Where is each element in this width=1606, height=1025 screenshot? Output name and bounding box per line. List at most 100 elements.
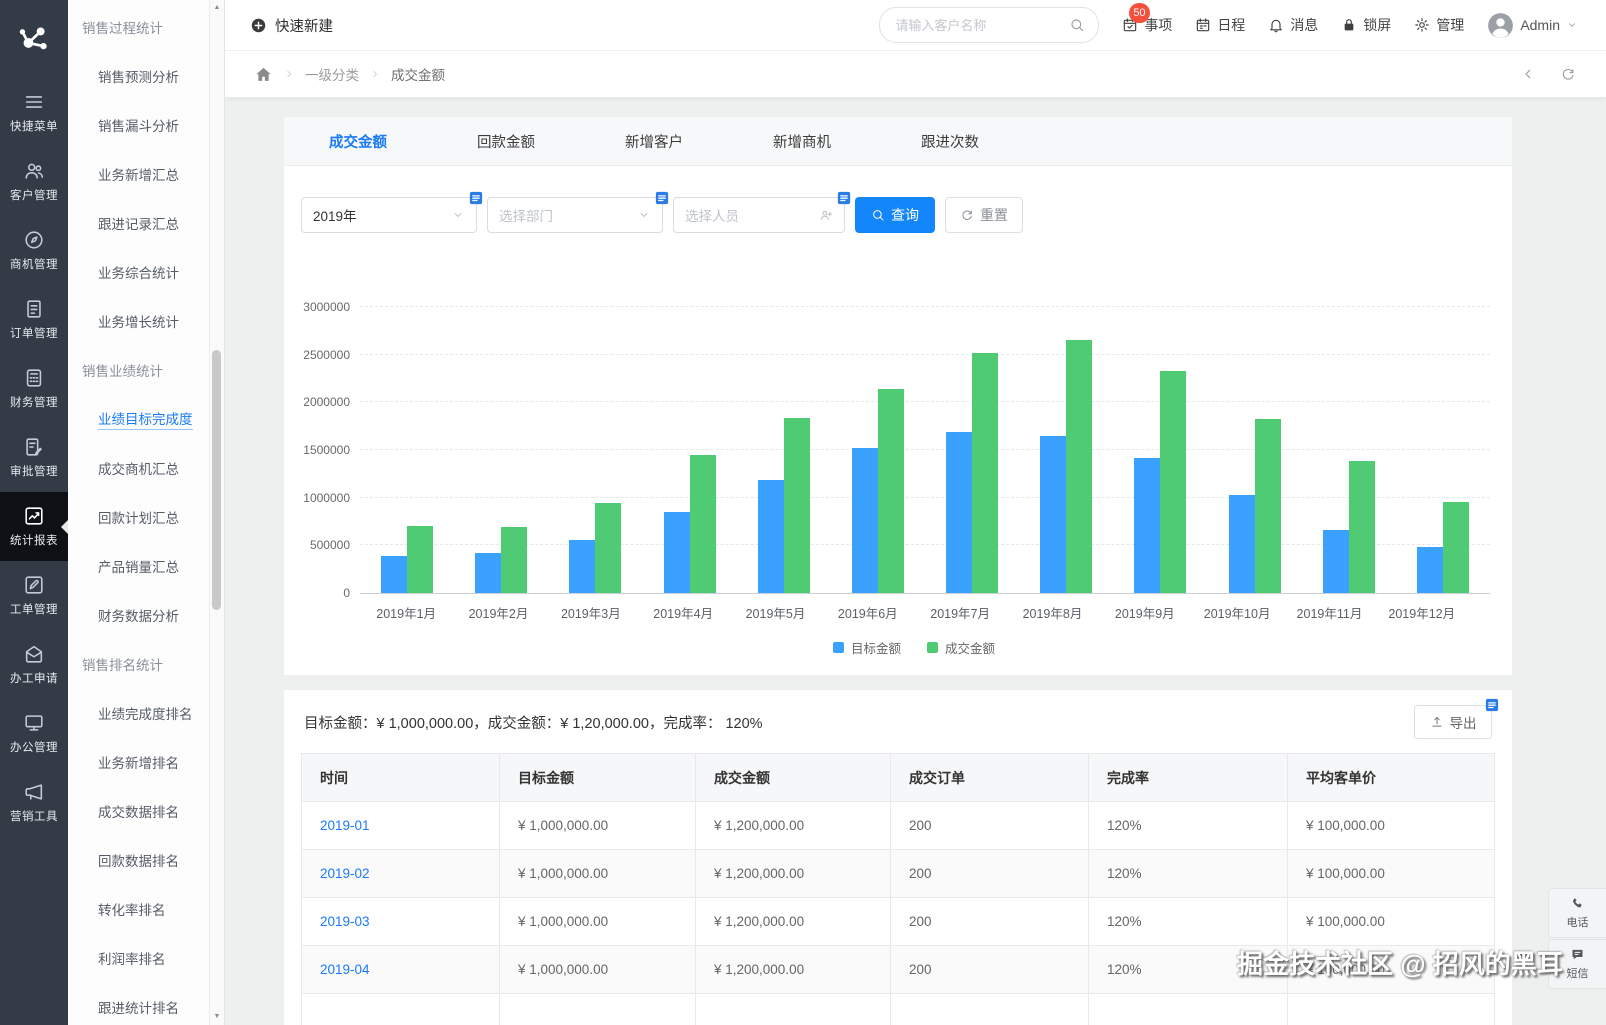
sidebar-item-reports[interactable]: 统计报表 xyxy=(0,492,68,561)
bar-group-1 xyxy=(360,307,454,593)
page-content: 成交金额回款金额新增客户新增商机跟进次数 2019年 选择部门 选择人员 xyxy=(225,98,1606,1025)
person-select[interactable]: 选择人员 xyxy=(673,191,851,233)
column-header-2: 成交金额 xyxy=(695,753,891,802)
scroll-up-icon[interactable]: ▲ xyxy=(210,1,224,15)
topbar-item-settings[interactable]: 管理 xyxy=(1414,15,1464,35)
search-button[interactable]: 查询 xyxy=(855,197,935,233)
extension-badge-icon[interactable] xyxy=(655,191,669,205)
refresh-icon[interactable] xyxy=(1560,66,1576,82)
row-date-link[interactable]: 2019-04 xyxy=(320,962,370,977)
topbar-item-label: 日程 xyxy=(1217,17,1246,33)
tab-2[interactable]: 新增客户 xyxy=(580,131,728,152)
tab-4[interactable]: 跟进次数 xyxy=(876,131,1024,152)
phone-button[interactable]: 电话 xyxy=(1548,888,1606,938)
table-cell: 2019-01 xyxy=(301,801,500,850)
table-row: 2019-04 ¥ 1,000,000.00 ¥ 1,200,000.00 200 12… xyxy=(301,945,1495,994)
tab-0[interactable]: 成交金额 xyxy=(284,131,432,152)
submenu-item-2-5[interactable]: 利润率排名 xyxy=(68,933,210,982)
home-icon[interactable] xyxy=(254,65,273,84)
table-cell-value: 200 xyxy=(909,866,932,881)
submenu-item-label: 销售预测分析 xyxy=(98,69,179,85)
extension-badge-icon[interactable] xyxy=(837,191,851,205)
topbar-item-schedule[interactable]: 日程 xyxy=(1195,15,1245,35)
person-add-icon xyxy=(819,208,833,222)
sidebar-item-orders[interactable]: 订单管理 xyxy=(0,285,68,354)
calculator-icon xyxy=(23,367,45,389)
submenu-item-2-6[interactable]: 跟进统计排名 xyxy=(68,982,210,1025)
bar-group-9 xyxy=(1113,307,1207,593)
year-select[interactable]: 2019年 xyxy=(301,191,483,233)
submenu-item-0-5[interactable]: 业务增长统计 xyxy=(68,296,210,345)
submenu-scrollbar[interactable]: ▲ ▼ xyxy=(209,0,224,1025)
sidebar-item-work-requests[interactable]: 办工申请 xyxy=(0,630,68,699)
topbar-item-messages[interactable]: 消息 xyxy=(1268,15,1318,35)
chevron-left-icon[interactable] xyxy=(1520,66,1536,82)
submenu-item-1-0[interactable]: 业绩目标完成度 xyxy=(68,394,210,443)
sidebar-item-label: 统计报表 xyxy=(10,535,58,547)
submenu-item-1-3[interactable]: 产品销量汇总 xyxy=(68,541,210,590)
monitor-icon xyxy=(23,712,45,734)
table-cell: ¥ 100,000.00 xyxy=(1287,945,1495,994)
export-button-label: 导出 xyxy=(1449,716,1477,731)
sidebar-item-label: 工单管理 xyxy=(10,604,58,616)
sidebar-item-finance[interactable]: 财务管理 xyxy=(0,354,68,423)
sidebar-item-quick-menu[interactable]: 快捷菜单 xyxy=(0,78,68,147)
filter-row: 2019年 选择部门 选择人员 查询 重置 xyxy=(284,166,1512,233)
chevron-down-icon xyxy=(451,208,465,222)
row-date-link[interactable]: 2019-03 xyxy=(320,914,370,929)
submenu-item-label: 产品销量汇总 xyxy=(98,559,179,575)
scroll-down-icon[interactable]: ▼ xyxy=(210,1010,224,1024)
breadcrumb: 一级分类 成交金额 xyxy=(273,64,445,84)
chart-x-axis: 2019年1月 2019年2月 2019年3月 2019年4月 2019年5月 2019年… xyxy=(360,603,1468,622)
sidebar-item-work-orders[interactable]: 工单管理 xyxy=(0,561,68,630)
sidebar-item-opportunities[interactable]: 商机管理 xyxy=(0,216,68,285)
extension-badge-icon[interactable] xyxy=(1485,698,1499,712)
submenu-item-2-0[interactable]: 业绩完成度排名 xyxy=(68,688,210,737)
chevron-right-icon xyxy=(369,68,381,80)
topbar-right: 事项50 日程 消息 锁屏 管理 Admin xyxy=(879,3,1578,43)
topbar-item-lock-screen[interactable]: 锁屏 xyxy=(1341,15,1391,35)
sidebar-item-office[interactable]: 办公管理 xyxy=(0,699,68,768)
tab-1[interactable]: 回款金额 xyxy=(432,131,580,152)
submenu-item-1-4[interactable]: 财务数据分析 xyxy=(68,590,210,639)
submenu-item-2-1[interactable]: 业务新增排名 xyxy=(68,737,210,786)
submenu-item-2-4[interactable]: 转化率排名 xyxy=(68,884,210,933)
reset-button[interactable]: 重置 xyxy=(945,197,1023,233)
scrollbar-thumb[interactable] xyxy=(212,350,221,610)
submenu-item-label: 回款计划汇总 xyxy=(98,510,179,526)
molecule-logo-icon xyxy=(15,20,53,58)
breadcrumb-item-0[interactable]: 一级分类 xyxy=(305,64,359,84)
submenu-item-2-3[interactable]: 回款数据排名 xyxy=(68,835,210,884)
submenu-item-1-1[interactable]: 成交商机汇总 xyxy=(68,443,210,492)
search-icon[interactable] xyxy=(1069,17,1085,33)
submenu-item-0-1[interactable]: 销售漏斗分析 xyxy=(68,100,210,149)
bar-series2-month6 xyxy=(877,389,904,593)
legend-item-0[interactable]: 目标金额 xyxy=(832,638,901,657)
row-date-link[interactable]: 2019-02 xyxy=(320,866,370,881)
app-logo[interactable] xyxy=(0,0,68,78)
sidebar-item-customers[interactable]: 客户管理 xyxy=(0,147,68,216)
menu-icon xyxy=(23,91,45,113)
sms-button[interactable]: 短信 xyxy=(1548,939,1606,989)
legend-item-1[interactable]: 成交金额 xyxy=(927,638,995,657)
department-select[interactable]: 选择部门 xyxy=(487,191,669,233)
tab-3[interactable]: 新增商机 xyxy=(728,131,876,152)
customer-search-input[interactable] xyxy=(893,16,1062,34)
extension-badge-icon[interactable] xyxy=(469,191,483,205)
submenu-item-0-2[interactable]: 业务新增汇总 xyxy=(68,149,210,198)
x-axis-tick-label: 2019年10月 xyxy=(1203,607,1271,621)
row-date-link[interactable]: 2019-01 xyxy=(320,818,370,833)
sidebar-item-approvals[interactable]: 审批管理 xyxy=(0,423,68,492)
submenu-item-0-0[interactable]: 销售预测分析 xyxy=(68,51,210,100)
submenu-item-2-2[interactable]: 成交数据排名 xyxy=(68,786,210,835)
mail-icon xyxy=(23,643,45,665)
export-button[interactable]: 导出 xyxy=(1414,705,1492,739)
sidebar-item-marketing[interactable]: 营销工具 xyxy=(0,768,68,837)
submenu-item-1-2[interactable]: 回款计划汇总 xyxy=(68,492,210,541)
topbar-item-tasks[interactable]: 事项 50 xyxy=(1122,3,1172,35)
quick-create-button[interactable]: 快速新建 xyxy=(250,15,333,36)
submenu-item-0-4[interactable]: 业务综合统计 xyxy=(68,247,210,296)
submenu-item-0-3[interactable]: 跟进记录汇总 xyxy=(68,198,210,247)
user-menu[interactable]: Admin xyxy=(1487,12,1578,39)
submenu-item-label: 回款数据排名 xyxy=(98,853,179,869)
